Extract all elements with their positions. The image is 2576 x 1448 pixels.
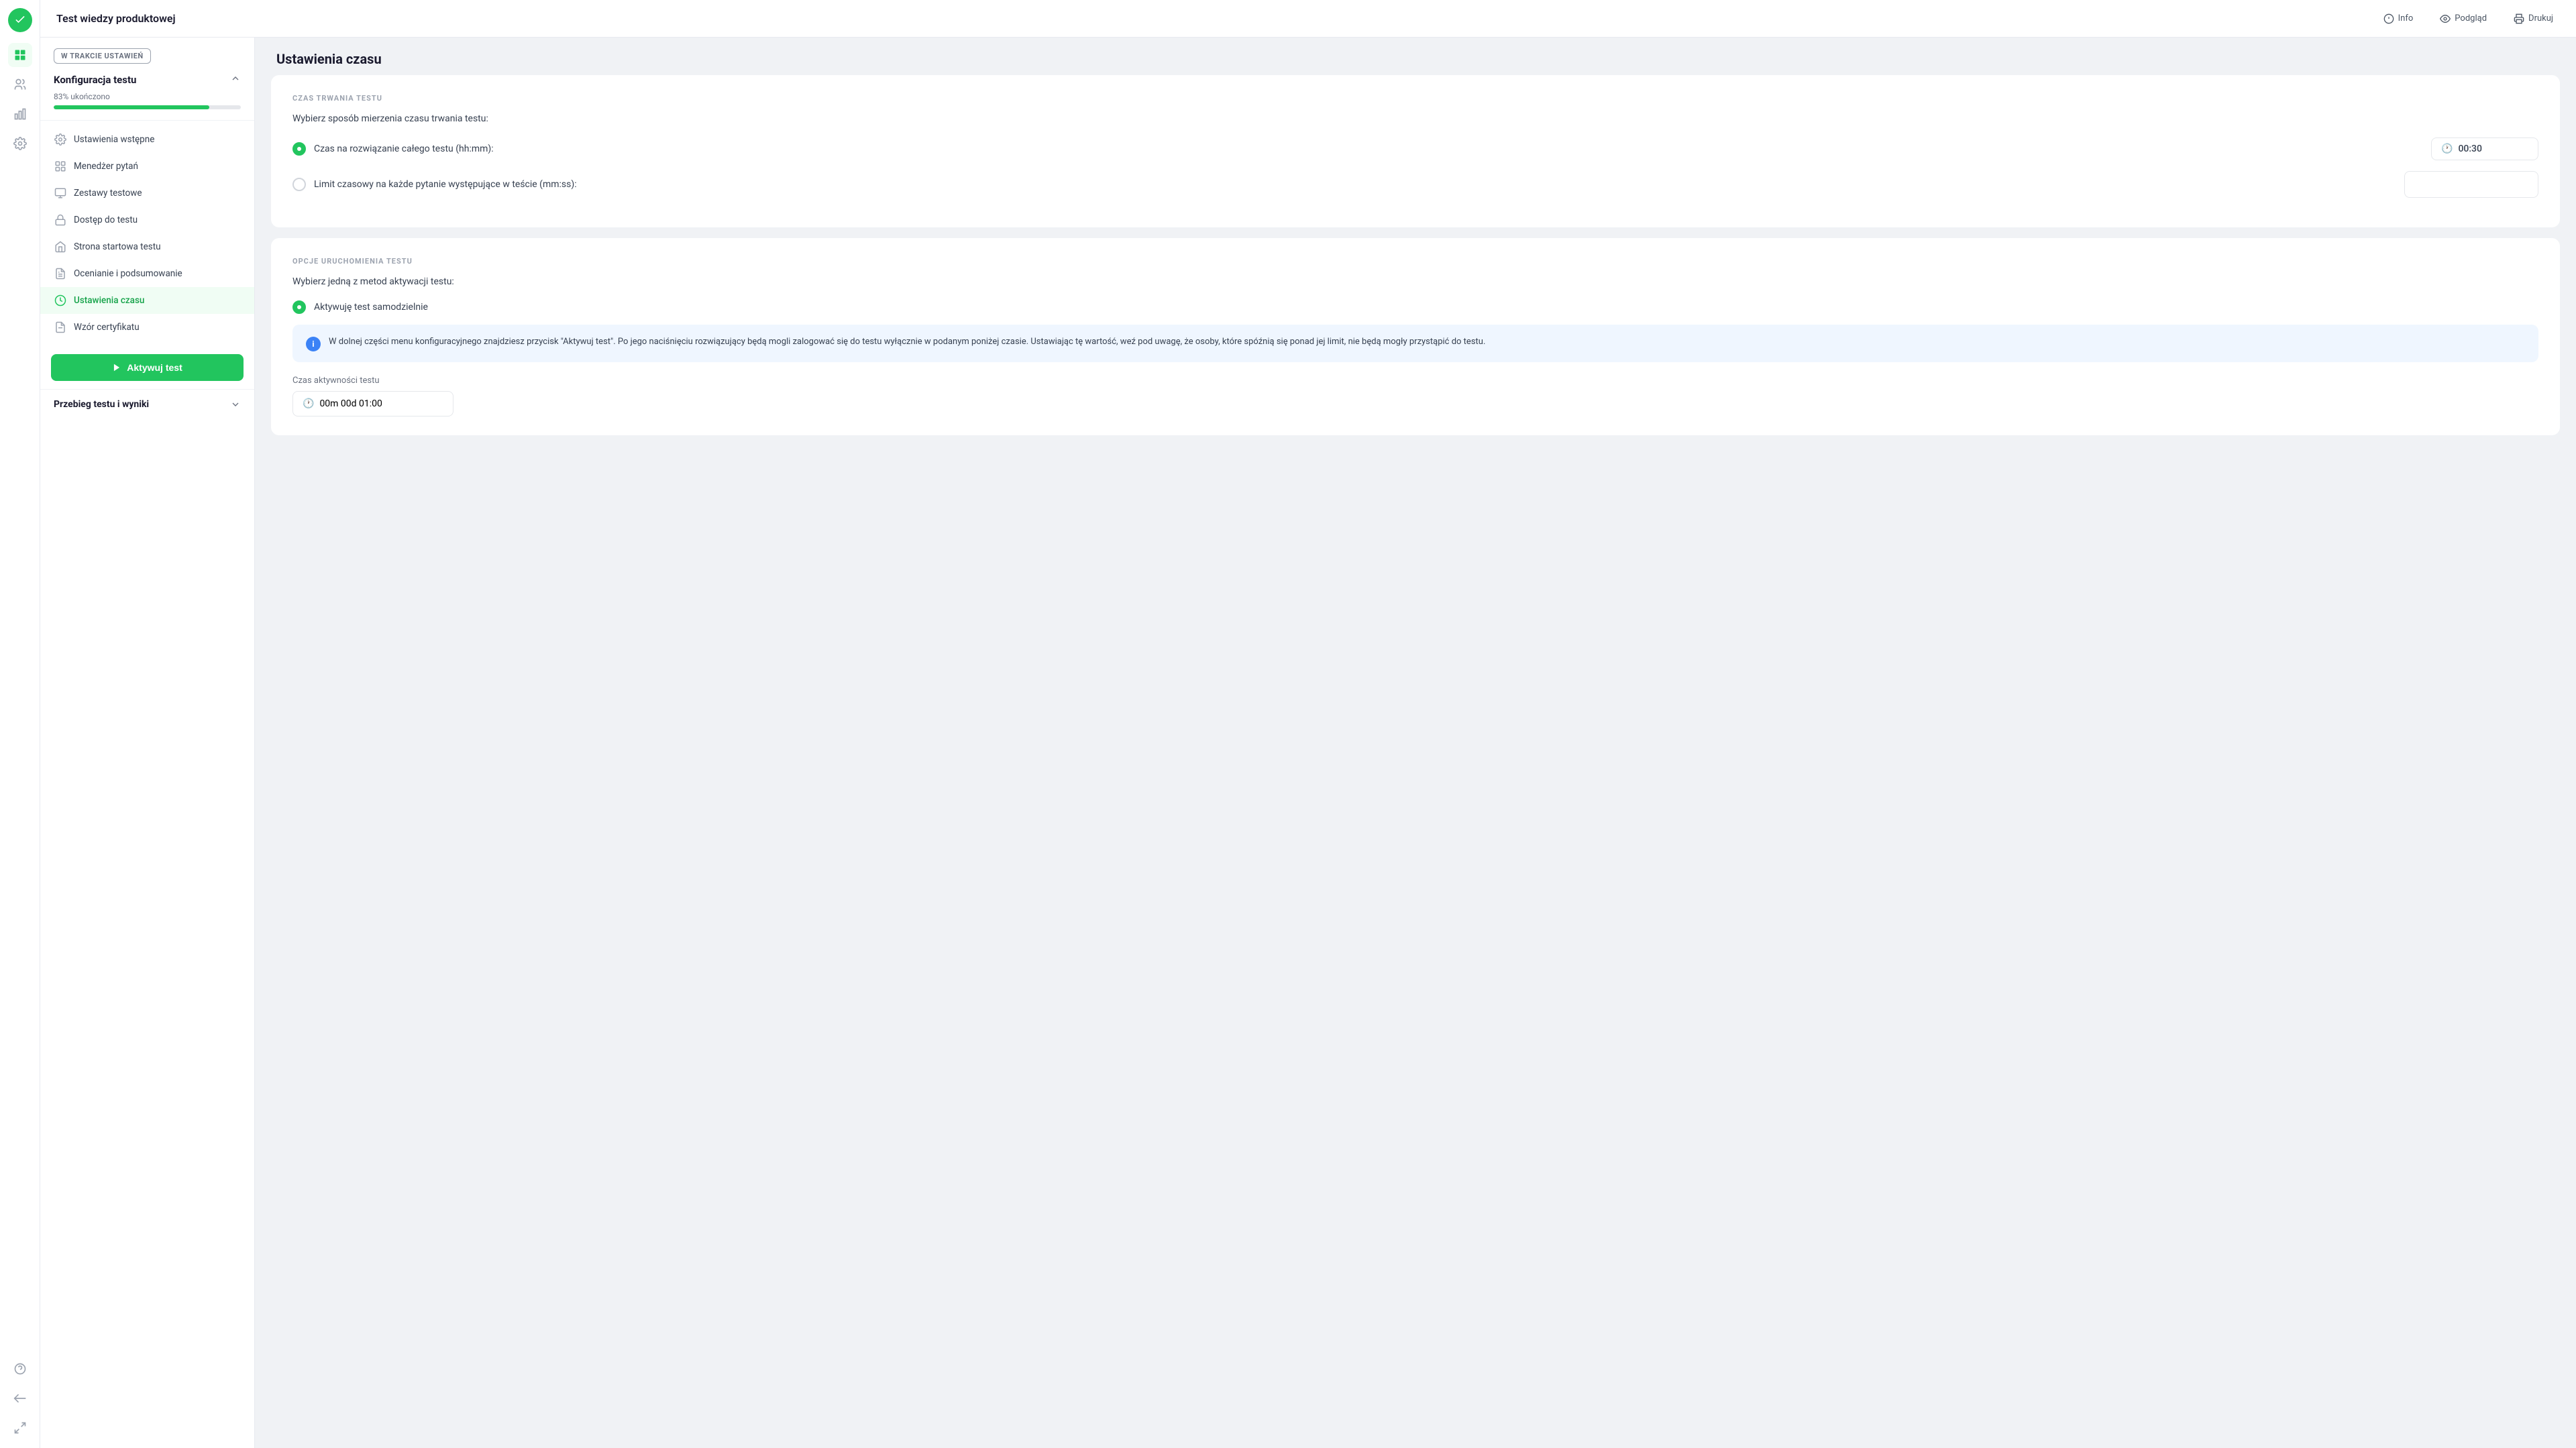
panel-header: W TRAKCIE USTAWIEŃ Konfiguracja testu 83… [40, 38, 254, 121]
radio-caly-test[interactable] [292, 142, 306, 156]
nav-item-label: Zestawy testowe [74, 188, 142, 199]
radio-option-pytanie: Limit czasowy na każde pytanie występują… [292, 171, 2538, 198]
menedzer-icon [54, 160, 67, 173]
info-icon [2383, 13, 2394, 24]
nav-list: Ustawienia wstępne Menedżer pytań Zestaw… [40, 121, 254, 346]
sidebar-question-icon[interactable] [8, 1357, 32, 1381]
settings-wstepne-icon [54, 133, 67, 146]
sidebar-users-icon[interactable] [8, 72, 32, 97]
page-title: Ustawienia czasu [276, 51, 2555, 67]
page-header-title: Test wiedzy produktowej [56, 12, 176, 25]
time-input-caly-test[interactable]: 🕐 00:30 [2431, 137, 2538, 160]
czas-aktywnosci-input[interactable]: 🕐 00m 00d 01:00 [292, 391, 453, 416]
drukuj-button[interactable]: Drukuj [2507, 9, 2560, 28]
main-content: Ustawienia czasu CZAS TRWANIA TESTU Wybi… [255, 38, 2576, 1448]
radio-samodzielnie[interactable] [292, 300, 306, 314]
info-box-icon: i [306, 337, 321, 351]
ustawienia-czasu-icon [54, 294, 67, 307]
radio-pytanie-label: Limit czasowy na każde pytanie występują… [314, 179, 2396, 190]
sidebar-expand-icon[interactable] [8, 1416, 32, 1440]
sidebar-settings-icon[interactable] [8, 131, 32, 156]
nav-item-certyfikat[interactable]: Wzór certyfikatu [40, 314, 254, 341]
info-button[interactable]: Info [2377, 9, 2420, 28]
nav-item-label: Ocenianie i podsumowanie [74, 268, 182, 279]
radio-samodzielnie-label: Aktywuję test samodzielnie [314, 302, 2538, 313]
ocenianie-icon [54, 267, 67, 280]
radio-option-samodzielnie: Aktywuję test samodzielnie [292, 300, 2538, 314]
print-icon [2514, 13, 2524, 24]
left-panel: W TRAKCIE USTAWIEŃ Konfiguracja testu 83… [40, 38, 255, 1448]
progress-bar-fill [54, 105, 209, 109]
podglad-label: Podgląd [2455, 13, 2487, 23]
strona-icon [54, 240, 67, 254]
chevron-up-icon[interactable] [230, 73, 241, 87]
podglad-button[interactable]: Podgląd [2433, 9, 2493, 28]
progress-label: 83% ukończono [54, 92, 241, 101]
nav-item-menedzer[interactable]: Menedżer pytań [40, 153, 254, 180]
wyniki-section[interactable]: Przebieg testu i wyniki [40, 389, 254, 419]
info-box-text: W dolnej części menu konfiguracyjnego zn… [329, 335, 1485, 351]
status-badge: W TRAKCIE USTAWIEŃ [54, 48, 151, 64]
nav-item-zestawy[interactable]: Zestawy testowe [40, 180, 254, 207]
header-actions: Info Podgląd Drukuj [2377, 9, 2560, 28]
progress-bar-bg [54, 105, 241, 109]
nav-item-ustawienia-wstepne[interactable]: Ustawienia wstępne [40, 126, 254, 153]
page-title-bar: Ustawienia czasu [255, 38, 2576, 75]
activate-test-button[interactable]: Aktywuj test [51, 354, 244, 381]
czas-aktywnosci-section: Czas aktywności testu 🕐 00m 00d 01:00 [292, 376, 2538, 416]
czas-aktywnosci-label: Czas aktywności testu [292, 376, 2538, 386]
certyfikat-icon [54, 321, 67, 334]
clock-icon: 🕐 [2441, 144, 2453, 154]
czas-trwania-description: Wybierz sposób mierzenia czasu trwania t… [292, 113, 2538, 124]
nav-item-label: Menedżer pytań [74, 161, 138, 172]
info-box: i W dolnej części menu konfiguracyjnego … [292, 325, 2538, 362]
config-section-header: Konfiguracja testu [54, 73, 241, 87]
sidebar-grid-icon[interactable] [8, 43, 32, 67]
nav-item-strona-startowa[interactable]: Strona startowa testu [40, 233, 254, 260]
nav-item-ocenianie[interactable]: Ocenianie i podsumowanie [40, 260, 254, 287]
nav-item-label: Dostęp do testu [74, 215, 138, 225]
opcje-uruchomienia-card: OPCJE URUCHOMIENIA TESTU Wybierz jedną z… [271, 238, 2560, 435]
radio-option-caly-test: Czas na rozwiązanie całego testu (hh:mm)… [292, 137, 2538, 160]
sidebar-back-icon[interactable] [8, 1386, 32, 1410]
czas-trwania-card: CZAS TRWANIA TESTU Wybierz sposób mierze… [271, 75, 2560, 227]
czas-aktywnosci-value: 00m 00d 01:00 [319, 398, 382, 409]
drukuj-label: Drukuj [2528, 13, 2553, 23]
nav-item-label: Wzór certyfikatu [74, 322, 140, 333]
content-area: W TRAKCIE USTAWIEŃ Konfiguracja testu 83… [40, 38, 2576, 1448]
czas-trwania-label: CZAS TRWANIA TESTU [292, 94, 2538, 103]
sidebar-left [0, 0, 40, 1448]
wyniki-section-title: Przebieg testu i wyniki [54, 399, 149, 410]
top-header: Test wiedzy produktowej Info Podgląd Dru… [40, 0, 2576, 38]
opcje-label: OPCJE URUCHOMIENIA TESTU [292, 257, 2538, 266]
info-label: Info [2398, 13, 2414, 23]
opcje-description: Wybierz jedną z metod aktywacji testu: [292, 276, 2538, 287]
nav-item-label: Strona startowa testu [74, 241, 161, 252]
time-input-pytanie[interactable] [2404, 171, 2538, 198]
config-title: Konfiguracja testu [54, 74, 136, 86]
radio-pytanie[interactable] [292, 178, 306, 191]
chevron-down-icon [230, 399, 241, 410]
sidebar-chart-icon[interactable] [8, 102, 32, 126]
nav-item-label: Ustawienia wstępne [74, 134, 154, 145]
nav-item-dostep[interactable]: Dostęp do testu [40, 207, 254, 233]
play-icon [112, 363, 121, 372]
radio-caly-test-label: Czas na rozwiązanie całego testu (hh:mm)… [314, 144, 2423, 154]
time-value-caly-test: 00:30 [2458, 144, 2482, 154]
app-logo[interactable] [8, 8, 32, 32]
progress-area: 83% ukończono [54, 92, 241, 109]
eye-icon [2440, 13, 2451, 24]
main-container: Test wiedzy produktowej Info Podgląd Dru… [40, 0, 2576, 1448]
zestawy-icon [54, 186, 67, 200]
clock-icon-aktywnosci: 🕐 [303, 398, 314, 409]
nav-item-ustawienia-czasu[interactable]: Ustawienia czasu [40, 287, 254, 314]
dostep-icon [54, 213, 67, 227]
nav-item-label: Ustawienia czasu [74, 295, 144, 306]
